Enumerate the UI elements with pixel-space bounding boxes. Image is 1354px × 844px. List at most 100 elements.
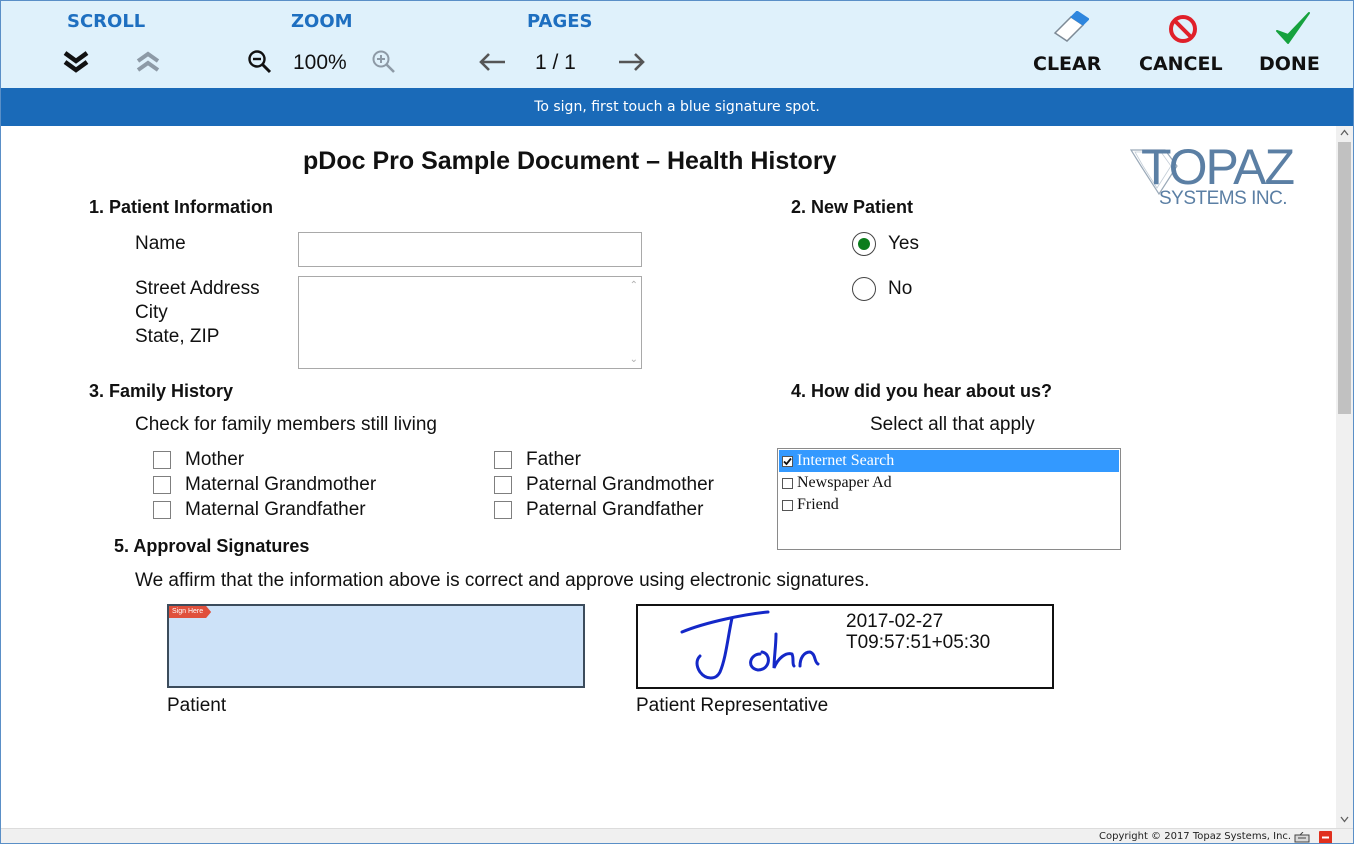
status-bar: Copyright © 2017 Topaz Systems, Inc. — [1, 828, 1353, 844]
sign-here-tag: Sign Here — [169, 606, 212, 618]
toolbar: SCROLL ZOOM PAGES 100% 1 / 1 CLEAR CANCE… — [1, 1, 1353, 88]
double-chevron-down-icon — [63, 51, 89, 73]
minimize-icon[interactable] — [1319, 831, 1332, 844]
cancel-label: CANCEL — [1139, 53, 1223, 75]
copyright-text: Copyright © 2017 Topaz Systems, Inc. — [1099, 831, 1292, 842]
scroll-down-arrow-icon[interactable] — [1340, 816, 1349, 823]
cancel-button[interactable]: CANCEL — [1135, 5, 1231, 85]
referral-option-newspaper-ad[interactable]: Newspaper Ad — [779, 472, 1119, 494]
new-patient-heading: 2. New Patient — [791, 197, 914, 217]
checkbox[interactable] — [153, 451, 171, 469]
checkbox[interactable] — [153, 501, 171, 519]
scroll-down-button[interactable] — [59, 47, 93, 77]
signature-date: 2017-02-27 — [846, 611, 944, 632]
zoom-in-button[interactable] — [369, 47, 399, 77]
radio-no[interactable] — [852, 277, 876, 301]
family-member-label: Mother — [185, 449, 245, 470]
checkbox[interactable] — [782, 455, 793, 467]
scroll-up-button[interactable] — [133, 47, 163, 77]
checkbox[interactable] — [782, 477, 793, 489]
zoom-out-button[interactable] — [245, 47, 275, 77]
family-member-maternal-grandfather[interactable]: Maternal Grandfather — [153, 498, 366, 522]
representative-signature-label: Patient Representative — [636, 695, 829, 716]
new-patient-no[interactable]: No — [852, 277, 912, 301]
city-label: City — [135, 302, 168, 323]
arrow-left-icon — [479, 53, 505, 71]
new-patient-yes[interactable]: Yes — [852, 232, 919, 256]
handwritten-signature-john — [680, 610, 820, 680]
family-member-maternal-grandmother[interactable]: Maternal Grandmother — [153, 473, 376, 497]
zoom-in-icon — [372, 50, 395, 73]
arrow-right-icon — [619, 53, 645, 71]
zoom-level: 100% — [293, 51, 347, 74]
radio-no-label: No — [888, 278, 913, 299]
signatures-heading: 5. Approval Signatures — [114, 536, 310, 556]
zoom-heading: ZOOM — [291, 11, 353, 32]
done-label: DONE — [1259, 53, 1320, 75]
scrollbar-thumb[interactable] — [1338, 142, 1351, 414]
radio-yes-label: Yes — [888, 233, 919, 254]
patient-signature-field[interactable]: Sign Here — [167, 604, 585, 688]
page-indicator: 1 / 1 — [535, 51, 576, 74]
instruction-text: To sign, first touch a blue signature sp… — [534, 99, 820, 115]
document-title: pDoc Pro Sample Document – Health Histor… — [303, 147, 837, 175]
referral-option-label: Newspaper Ad — [797, 474, 892, 491]
check-mark-icon — [783, 457, 792, 465]
state-zip-label: State, ZIP — [135, 326, 220, 347]
referral-listbox[interactable]: Internet Search Newspaper Ad Friend — [777, 448, 1121, 550]
scroll-heading: SCROLL — [67, 11, 146, 32]
clear-button[interactable]: CLEAR — [1029, 5, 1111, 85]
address-field[interactable]: ⌃ ⌄ — [298, 276, 642, 369]
clear-label: CLEAR — [1033, 53, 1102, 75]
radio-yes[interactable] — [852, 232, 876, 256]
address-labels: Street Address City State, ZIP — [135, 277, 260, 349]
family-member-label: Paternal Grandmother — [526, 474, 714, 495]
referral-instruction: Select all that apply — [870, 414, 1035, 435]
family-member-paternal-grandmother[interactable]: Paternal Grandmother — [494, 473, 714, 497]
pages-heading: PAGES — [527, 11, 593, 32]
referral-option-internet-search[interactable]: Internet Search — [779, 450, 1119, 472]
done-button[interactable]: DONE — [1253, 5, 1333, 85]
textarea-scroll-down-icon: ⌄ — [629, 354, 638, 365]
checkbox[interactable] — [782, 499, 793, 511]
patient-signature-label: Patient — [167, 695, 227, 716]
checkmark-icon — [1276, 12, 1310, 44]
signature-time: T09:57:51+05:30 — [846, 632, 991, 653]
logo-sub-text: SYSTEMS INC. — [1159, 188, 1288, 209]
logo-main-text: TOPAZ — [1141, 139, 1295, 195]
signature-timestamp: 2017-02-27 T09:57:51+05:30 — [846, 611, 990, 653]
referral-option-friend[interactable]: Friend — [779, 494, 1119, 516]
no-sign-icon — [1169, 15, 1197, 43]
page-prev-button[interactable] — [475, 47, 509, 77]
patient-info-heading: 1. Patient Information — [89, 197, 274, 217]
name-field[interactable] — [298, 232, 642, 267]
family-member-paternal-grandfather[interactable]: Paternal Grandfather — [494, 498, 703, 522]
family-member-label: Father — [526, 449, 581, 470]
keyboard-icon[interactable] — [1294, 832, 1310, 843]
checkbox[interactable] — [494, 501, 512, 519]
checkbox[interactable] — [153, 476, 171, 494]
topaz-logo: TOPAZ SYSTEMS INC. — [1129, 136, 1301, 218]
representative-signature-field[interactable]: 2017-02-27 T09:57:51+05:30 — [636, 604, 1054, 689]
family-history-heading: 3. Family History — [89, 381, 234, 401]
family-member-label: Paternal Grandfather — [526, 499, 704, 520]
page-next-button[interactable] — [615, 47, 649, 77]
zoom-out-icon — [248, 50, 272, 74]
family-member-label: Maternal Grandmother — [185, 474, 377, 495]
signatures-statement: We affirm that the information above is … — [135, 570, 870, 591]
referral-option-label: Friend — [797, 496, 839, 513]
family-member-mother[interactable]: Mother — [153, 448, 244, 472]
vertical-scrollbar[interactable] — [1336, 126, 1353, 828]
eraser-icon — [1053, 11, 1089, 42]
textarea-scroll-up-icon: ⌃ — [629, 280, 638, 291]
referral-heading: 4. How did you hear about us? — [791, 381, 1053, 401]
family-member-father[interactable]: Father — [494, 448, 581, 472]
street-address-label: Street Address — [135, 278, 260, 299]
checkbox[interactable] — [494, 476, 512, 494]
radio-selected-dot — [858, 238, 870, 250]
document-page: pDoc Pro Sample Document – Health Histor… — [1, 126, 1336, 828]
scroll-up-arrow-icon[interactable] — [1340, 129, 1349, 136]
checkbox[interactable] — [494, 451, 512, 469]
double-chevron-up-icon — [136, 51, 160, 72]
family-member-label: Maternal Grandfather — [185, 499, 366, 520]
